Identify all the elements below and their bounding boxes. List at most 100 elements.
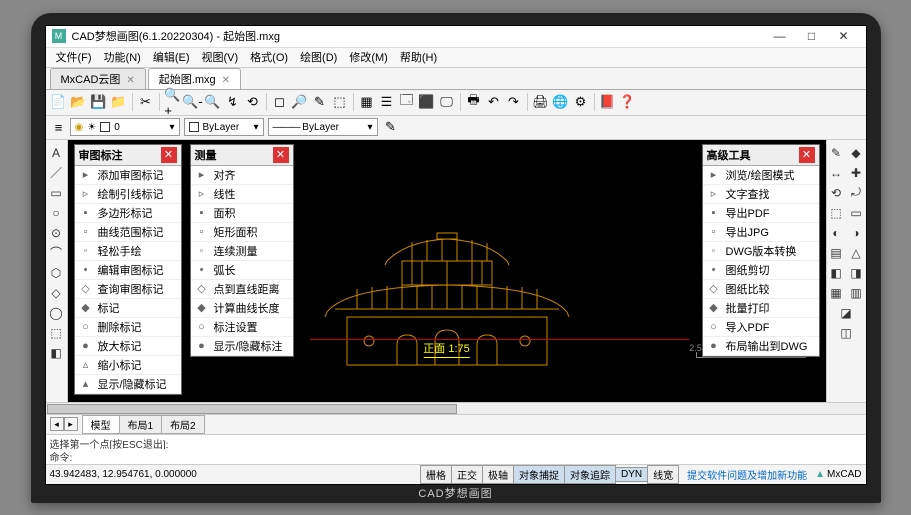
toolbar-button[interactable]: ⬛ (418, 93, 436, 111)
panel-item[interactable]: ▹线性 (191, 185, 293, 204)
panel-item[interactable]: ◦轻松手绘 (75, 242, 181, 261)
toolbar-button[interactable]: 📕 (599, 93, 617, 111)
toolbar-button[interactable]: 📄 (50, 93, 68, 111)
toolbar-button[interactable]: ↶ (485, 93, 503, 111)
draw-tool-button[interactable]: ▭ (47, 184, 65, 202)
modify-tool-button[interactable]: ◑ (847, 224, 865, 242)
panel-item[interactable]: ▸添加审图标记 (75, 166, 181, 185)
modify-tool-button[interactable]: ⟲ (827, 184, 845, 202)
toolbar-button[interactable]: ✎ (311, 93, 329, 111)
panel-item[interactable]: ▸对齐 (191, 166, 293, 185)
panel-item[interactable]: ▴显示/隐藏标记 (75, 375, 181, 394)
panel-item[interactable]: ◆计算曲线长度 (191, 299, 293, 318)
panel-item[interactable]: ▪面积 (191, 204, 293, 223)
toolbar-button[interactable]: ▦ (358, 93, 376, 111)
panel-item[interactable]: ◦连续测量 (191, 242, 293, 261)
panel-item[interactable]: ▫导出JPG (703, 223, 819, 242)
draw-tool-button[interactable]: ○ (47, 204, 65, 222)
modify-tool-button[interactable]: ⬚ (827, 204, 845, 222)
draw-tool-button[interactable]: A (47, 144, 65, 162)
layer-selector[interactable]: ◉☀ 0 ▾ (70, 118, 180, 136)
toolbar-button[interactable]: ❓ (619, 93, 637, 111)
status-toggle[interactable]: 线宽 (647, 465, 679, 484)
panel-item[interactable]: ●放大标记 (75, 337, 181, 356)
panel-item[interactable]: ▪导出PDF (703, 204, 819, 223)
toolbar-button[interactable]: 🔍 (204, 93, 222, 111)
draw-tool-button[interactable]: ⬚ (47, 324, 65, 342)
toolbar-button[interactable]: 🖨 (532, 93, 550, 111)
modify-tool-button[interactable]: ▥ (847, 284, 865, 302)
toolbar-button[interactable]: ↷ (505, 93, 523, 111)
panel-item[interactable]: ◆批量打印 (703, 299, 819, 318)
modify-tool-button[interactable]: ✎ (827, 144, 845, 162)
modify-tool-button[interactable]: ✚ (847, 164, 865, 182)
panel-item[interactable]: ◇图纸比较 (703, 280, 819, 299)
modify-tool-button[interactable]: ◪ (837, 304, 855, 322)
close-button[interactable]: ✕ (828, 26, 860, 46)
panel-item[interactable]: ○标注设置 (191, 318, 293, 337)
layer-manager-icon[interactable]: ≡ (50, 118, 68, 136)
modify-tool-button[interactable]: ▭ (847, 204, 865, 222)
panel-item[interactable]: ◇查询审图标记 (75, 280, 181, 299)
layout-tab[interactable]: 布局2 (161, 415, 205, 434)
linetype-selector[interactable]: ——— ByLayer▾ (268, 118, 378, 136)
toolbar-button[interactable]: ⚙ (572, 93, 590, 111)
status-toggle[interactable]: DYN (615, 467, 648, 482)
document-tab[interactable]: 起始图.mxg✕ (148, 68, 241, 89)
panel-item[interactable]: ●显示/隐藏标注 (191, 337, 293, 356)
menu-item[interactable]: 修改(M) (343, 47, 394, 67)
drawing-canvas[interactable]: 正面 1:75 2.5 7.5 17.5 审图标注✕▸添加审图标记▹绘制引线标记… (68, 140, 826, 402)
maximize-button[interactable]: □ (796, 26, 828, 46)
panel-item[interactable]: ○删除标记 (75, 318, 181, 337)
panel-close-icon[interactable]: ✕ (799, 147, 815, 163)
draw-tool-button[interactable]: ◯ (47, 304, 65, 322)
modify-tool-button[interactable]: ◧ (827, 264, 845, 282)
panel-review-annotations[interactable]: 审图标注✕▸添加审图标记▹绘制引线标记▪多边形标记▫曲线范围标记◦轻松手绘•编辑… (74, 144, 182, 395)
draw-tool-button[interactable]: ⌒ (47, 244, 65, 262)
panel-item[interactable]: ▫曲线范围标记 (75, 223, 181, 242)
menu-item[interactable]: 功能(N) (98, 47, 147, 67)
toolbar-button[interactable]: 🔎 (291, 93, 309, 111)
panel-item[interactable]: ▫矩形面积 (191, 223, 293, 242)
document-tab[interactable]: MxCAD云图✕ (50, 68, 146, 89)
modify-tool-button[interactable]: ▦ (827, 284, 845, 302)
minimize-button[interactable]: — (764, 26, 796, 46)
panel-item[interactable]: ◆标记 (75, 299, 181, 318)
draw-tool-button[interactable]: ⬡ (47, 264, 65, 282)
status-toggle[interactable]: 对象追踪 (564, 465, 616, 484)
command-area[interactable]: 选择第一个点[按ESC退出]: 命令: (46, 434, 866, 464)
linetype-edit-icon[interactable]: ✎ (382, 118, 400, 136)
toolbar-button[interactable]: 🖵 (438, 93, 456, 111)
tab-close-icon[interactable]: ✕ (126, 75, 134, 86)
panel-item[interactable]: ▵缩小标记 (75, 356, 181, 375)
layout-tab[interactable]: 布局1 (119, 415, 163, 434)
toolbar-button[interactable]: 🔍- (184, 93, 202, 111)
panel-close-icon[interactable]: ✕ (273, 147, 289, 163)
panel-item[interactable]: ▪多边形标记 (75, 204, 181, 223)
horizontal-scrollbar[interactable] (46, 402, 866, 414)
panel-close-icon[interactable]: ✕ (161, 147, 177, 163)
toolbar-button[interactable]: ◻ (271, 93, 289, 111)
toolbar-button[interactable]: 📁 (110, 93, 128, 111)
modify-tool-button[interactable]: ◐ (827, 224, 845, 242)
panel-item[interactable]: ●布局输出到DWG (703, 337, 819, 356)
toolbar-button[interactable]: 🗔 (398, 93, 416, 111)
modify-tool-button[interactable]: △ (847, 244, 865, 262)
toolbar-button[interactable]: 💾 (90, 93, 108, 111)
panel-item[interactable]: ▸浏览/绘图模式 (703, 166, 819, 185)
menu-item[interactable]: 绘图(D) (294, 47, 343, 67)
toolbar-button[interactable]: 🖶 (465, 93, 483, 111)
toolbar-button[interactable]: 🌐 (552, 93, 570, 111)
toolbar-button[interactable]: ✂ (137, 93, 155, 111)
panel-item[interactable]: ◦DWG版本转换 (703, 242, 819, 261)
menu-item[interactable]: 帮助(H) (394, 47, 443, 67)
toolbar-button[interactable]: ⬚ (331, 93, 349, 111)
modify-tool-button[interactable]: ▤ (827, 244, 845, 262)
feedback-link[interactable]: 提交软件问题及增加新功能 (687, 467, 807, 482)
draw-tool-button[interactable]: ⊙ (47, 224, 65, 242)
tab-nav-arrows[interactable]: ◂▸ (50, 417, 78, 431)
draw-tool-button[interactable]: ◧ (47, 344, 65, 362)
menu-item[interactable]: 格式(O) (244, 47, 294, 67)
layout-tab[interactable]: 模型 (82, 415, 120, 434)
panel-item[interactable]: •弧长 (191, 261, 293, 280)
